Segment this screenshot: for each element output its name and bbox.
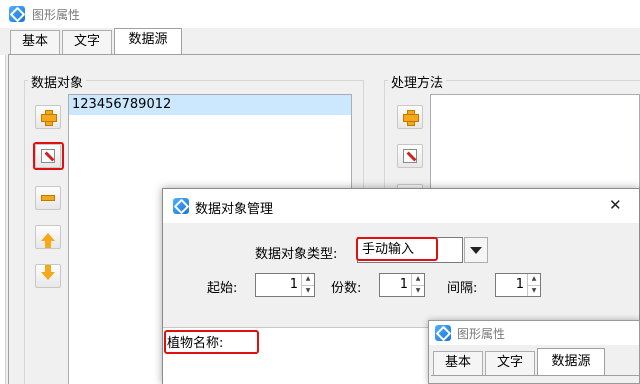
- interval-value: 1: [515, 277, 524, 292]
- copies-spinner[interactable]: 1 ▲ ▼: [379, 273, 425, 297]
- spin-down-icon[interactable]: ▼: [412, 284, 424, 297]
- tab-basic[interactable]: 基本: [10, 30, 60, 54]
- edit-icon: [403, 149, 417, 163]
- main-titlebar: 图形属性: [0, 0, 640, 28]
- mini-tab-panel-border: [431, 375, 640, 384]
- spin-up-icon[interactable]: ▲: [302, 274, 314, 285]
- close-icon[interactable]: ✕: [609, 196, 622, 214]
- plus-icon: [41, 110, 57, 126]
- spin-down-icon[interactable]: ▼: [302, 284, 314, 297]
- background-edge: [0, 55, 6, 384]
- spin-up-icon[interactable]: ▲: [528, 274, 540, 285]
- spin-up-icon[interactable]: ▲: [412, 274, 424, 285]
- chevron-down-icon[interactable]: [464, 237, 488, 263]
- tab-text[interactable]: 文字: [62, 30, 112, 54]
- move-down-button[interactable]: [35, 264, 61, 288]
- mini-titlebar: 图形属性: [429, 321, 639, 345]
- app-icon: [173, 198, 189, 214]
- interval-spinner[interactable]: 1 ▲ ▼: [495, 273, 541, 297]
- processing-add-button[interactable]: [397, 105, 423, 129]
- modal-title: 数据对象管理: [195, 202, 274, 217]
- mini-window-title: 图形属性: [457, 327, 506, 341]
- app-icon: [9, 6, 25, 22]
- main-window-title: 图形属性: [32, 8, 81, 22]
- object-type-highlight: [356, 237, 438, 261]
- mini-tab-basic[interactable]: 基本: [433, 351, 483, 375]
- processing-edit-button[interactable]: [397, 144, 423, 168]
- mini-tab-text[interactable]: 文字: [485, 351, 535, 375]
- processing-list[interactable]: [430, 94, 640, 194]
- minus-icon: [41, 195, 55, 201]
- add-button[interactable]: [35, 105, 61, 129]
- app-icon: [435, 325, 451, 341]
- spin-down-icon[interactable]: ▼: [528, 284, 540, 297]
- object-type-label: 数据对象类型:: [255, 247, 338, 262]
- plus-icon: [403, 110, 419, 126]
- processing-group-title: 处理方法: [388, 72, 447, 91]
- start-label: 起始:: [207, 281, 238, 296]
- arrow-up-icon: [41, 233, 55, 248]
- edit-button-highlight: [33, 142, 64, 170]
- modal-titlebar: 数据对象管理 ✕: [163, 189, 639, 223]
- start-spinner[interactable]: 1 ▲ ▼: [255, 273, 315, 297]
- mini-properties-window: 图形属性 基本 文字 数据源: [428, 320, 640, 384]
- copies-label: 份数:: [331, 281, 362, 296]
- remove-button[interactable]: [35, 186, 61, 210]
- list-item[interactable]: 123456789012: [69, 95, 351, 115]
- move-up-button[interactable]: [35, 225, 61, 249]
- copies-value: 1: [399, 277, 408, 292]
- interval-label: 间隔:: [447, 281, 478, 296]
- mini-tab-datasource[interactable]: 数据源: [537, 348, 605, 376]
- arrow-down-icon: [41, 265, 55, 280]
- tab-datasource[interactable]: 数据源: [114, 28, 182, 55]
- content-text-highlight: [164, 330, 259, 354]
- data-objects-group-title: 数据对象: [28, 72, 87, 91]
- start-value: 1: [289, 277, 298, 292]
